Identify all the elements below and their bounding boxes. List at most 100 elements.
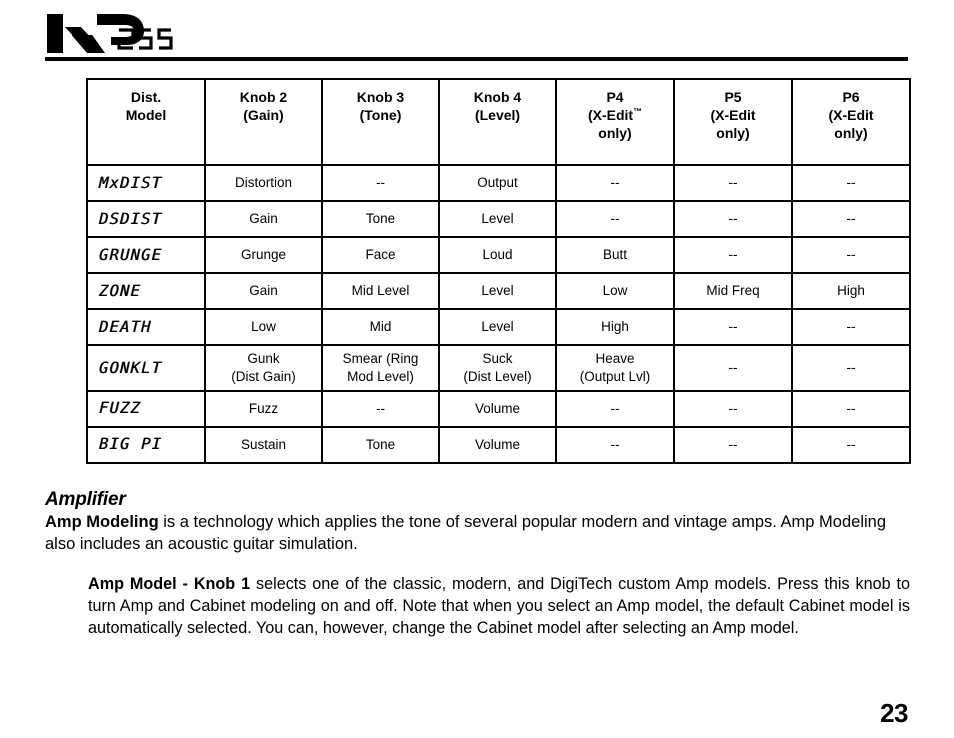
cell-line: Gain xyxy=(249,283,278,299)
cell-line: -- xyxy=(610,211,620,227)
cell-p5: -- xyxy=(673,236,793,274)
paragraph-amp-model-knob1: Amp Model - Knob 1 selects one of the cl… xyxy=(88,573,910,639)
cell-p6: -- xyxy=(791,344,911,392)
cell-line: -- xyxy=(728,400,738,416)
cell-p5: -- xyxy=(673,389,793,428)
cell-knob4: Suck (Dist Level) xyxy=(438,344,557,392)
cell-line: -- xyxy=(728,436,738,452)
cell-line: -- xyxy=(846,175,856,191)
cell-line: Face xyxy=(365,247,396,263)
cell-line: Sustain xyxy=(240,436,287,452)
cell-p6: -- xyxy=(791,236,911,274)
lcd-model-name: GONKLT xyxy=(98,358,163,377)
cell-line: Level xyxy=(481,283,514,299)
table-row: BIG PI Sustain Tone Volume -- -- -- xyxy=(86,425,911,464)
lcd-model-name: FUZZ xyxy=(98,399,142,418)
cell-knob2: Gunk (Dist Gain) xyxy=(204,344,323,392)
lcd-model-name: BIG PI xyxy=(98,435,163,454)
cell-p6: -- xyxy=(791,200,911,238)
cell-line: Level xyxy=(481,319,514,335)
cell-line: Smear (Ring xyxy=(342,351,419,366)
cell-line: Grunge xyxy=(240,247,287,263)
table-row: DSDIST Gain Tone Level -- -- -- xyxy=(86,200,911,238)
cell-p4: -- xyxy=(555,200,675,238)
cell-line: Volume xyxy=(474,400,521,416)
column-header-knob4: Knob 4 (Level) xyxy=(438,78,557,166)
cell-p4: Heave (Output Lvl) xyxy=(555,344,675,392)
trademark-symbol: ™ xyxy=(633,106,643,117)
cell-line: High xyxy=(601,319,629,335)
cell-line: Butt xyxy=(602,247,627,263)
cell-line: -- xyxy=(846,359,856,375)
cell-p6: -- xyxy=(791,389,911,428)
lcd-model-name: MxDIST xyxy=(98,173,163,192)
cell-line: Fuzz xyxy=(248,400,279,416)
cell-line: -- xyxy=(728,211,738,227)
cell-knob3: Mid xyxy=(321,308,440,346)
table-row: GONKLT Gunk (Dist Gain) Smear (Ring Mod Leve… xyxy=(86,344,911,392)
cell-knob2: Distortion xyxy=(204,164,323,202)
cell-knob2: Low xyxy=(204,308,323,346)
cell-line: Gunk xyxy=(247,351,280,366)
cell-line: Mod Level) xyxy=(347,368,414,384)
cell-line: Suck xyxy=(482,351,513,366)
cell-p4: Low xyxy=(555,272,675,310)
cell-line: Loud xyxy=(482,247,513,263)
column-header-knob2: Knob 2 (Gain) xyxy=(204,78,323,166)
cell-line: Gain xyxy=(249,211,278,227)
cell-knob4: Loud xyxy=(438,236,557,274)
cell-line: -- xyxy=(376,400,385,416)
cell-line: Low xyxy=(251,319,276,335)
table-row: MxDIST Distortion -- Output -- -- -- xyxy=(86,164,911,202)
cell-line: Heave xyxy=(595,351,635,366)
lcd-model-name: GRUNGE xyxy=(98,245,163,264)
table-row: GRUNGE Grunge Face Loud Butt -- -- xyxy=(86,236,911,274)
cell-knob3: -- xyxy=(321,389,440,428)
table-row: FUZZ Fuzz -- Volume -- -- -- xyxy=(86,389,911,428)
cell-dist-model: GRUNGE xyxy=(86,236,206,274)
cell-line: -- xyxy=(846,436,856,452)
column-header-dist-model: Dist. Model xyxy=(86,78,206,166)
cell-knob4: Level xyxy=(438,272,557,310)
cell-knob3: Smear (Ring Mod Level) xyxy=(321,344,440,392)
table-body: MxDIST Distortion -- Output -- -- -- DSDIST Gain… xyxy=(86,164,911,464)
cell-line: -- xyxy=(846,211,856,227)
cell-p6: High xyxy=(791,272,911,310)
paragraph-amp-modeling: Amp Modeling is a technology which appli… xyxy=(45,512,911,556)
cell-p5: -- xyxy=(673,425,793,464)
cell-p5: -- xyxy=(673,200,793,238)
table-row: ZONE Gain Mid Level Level Low Mid Freq High xyxy=(86,272,911,310)
cell-line: Level xyxy=(481,211,514,227)
cell-knob4: Output xyxy=(438,164,557,202)
cell-p4: -- xyxy=(555,164,675,202)
cell-knob3: Tone xyxy=(321,425,440,464)
cell-knob4: Level xyxy=(438,200,557,238)
cell-dist-model: MxDIST xyxy=(86,164,206,202)
cell-line: -- xyxy=(610,175,620,191)
page-header xyxy=(45,12,908,61)
cell-line: Mid Freq xyxy=(706,283,760,299)
cell-line: (Output Lvl) xyxy=(579,368,651,384)
cell-p5: Mid Freq xyxy=(673,272,793,310)
cell-p4: -- xyxy=(555,425,675,464)
cell-p4: Butt xyxy=(555,236,675,274)
cell-line: (Dist Level) xyxy=(463,368,532,384)
cell-p5: -- xyxy=(673,308,793,346)
cell-dist-model: ZONE xyxy=(86,272,206,310)
cell-line: Mid xyxy=(369,319,392,335)
cell-line: (Dist Gain) xyxy=(231,368,296,384)
cell-knob3: Mid Level xyxy=(321,272,440,310)
cell-line: -- xyxy=(728,175,738,191)
header-divider-rule xyxy=(45,57,908,61)
cell-knob2: Gain xyxy=(204,272,323,310)
cell-line: -- xyxy=(610,436,620,452)
cell-dist-model: DSDIST xyxy=(86,200,206,238)
table-row: DEATH Low Mid Level High -- -- xyxy=(86,308,911,346)
section-heading-amplifier: Amplifier xyxy=(45,489,126,510)
column-header-knob3: Knob 3 (Tone) xyxy=(321,78,440,166)
cell-dist-model: DEATH xyxy=(86,308,206,346)
cell-knob3: Tone xyxy=(321,200,440,238)
cell-p6: -- xyxy=(791,164,911,202)
cell-dist-model: GONKLT xyxy=(86,344,206,392)
cell-line: Distortion xyxy=(234,175,293,191)
